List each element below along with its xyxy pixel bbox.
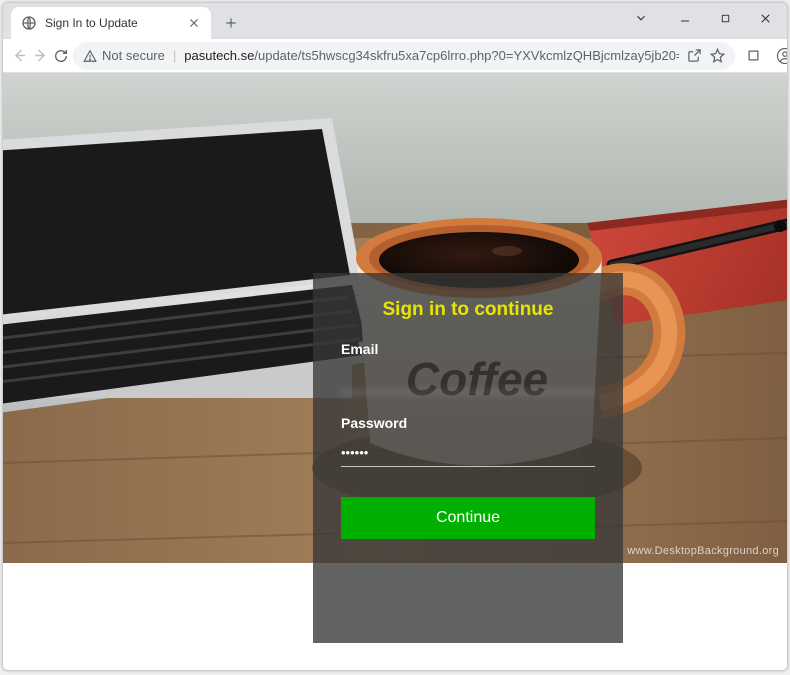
- browser-window: Sign In to Update: [2, 2, 788, 671]
- password-field[interactable]: [341, 439, 595, 467]
- signin-heading: Sign in to continue: [341, 299, 595, 321]
- url-text: pasutech.se/update/ts5hwscg34skfru5xa7cp…: [184, 48, 679, 63]
- address-bar[interactable]: Not secure | pasutech.se/update/ts5hwscg…: [73, 42, 735, 70]
- security-label: Not secure: [102, 48, 165, 63]
- close-window-button[interactable]: [751, 7, 779, 29]
- forward-button[interactable]: [32, 42, 49, 70]
- watermark-text: www.DesktopBackground.org: [627, 545, 779, 557]
- security-chip[interactable]: Not secure: [83, 48, 165, 63]
- toolbar: Not secure | pasutech.se/update/ts5hwscg…: [3, 39, 787, 73]
- titlebar: Sign In to Update: [3, 3, 787, 39]
- extensions-icon[interactable]: [739, 42, 767, 70]
- continue-button[interactable]: Continue: [341, 497, 595, 539]
- email-field[interactable]: [341, 365, 595, 393]
- chevron-down-icon[interactable]: [627, 7, 655, 29]
- email-label: Email: [341, 341, 595, 357]
- warning-icon: [83, 49, 97, 63]
- browser-tab[interactable]: Sign In to Update: [11, 7, 211, 39]
- close-tab-icon[interactable]: [187, 16, 201, 30]
- window-controls: [627, 7, 779, 29]
- minimize-button[interactable]: [671, 7, 699, 29]
- profile-icon[interactable]: [771, 42, 788, 70]
- signin-card: Sign in to continue Email Password Conti…: [313, 273, 623, 643]
- star-icon[interactable]: [710, 48, 725, 63]
- reload-button[interactable]: [53, 42, 69, 70]
- page-viewport: Coffee www.DesktopBackground.org Sign in…: [3, 73, 787, 670]
- new-tab-button[interactable]: [217, 9, 245, 37]
- back-button[interactable]: [11, 42, 28, 70]
- globe-icon: [21, 15, 37, 31]
- tab-title: Sign In to Update: [45, 16, 179, 30]
- maximize-button[interactable]: [711, 7, 739, 29]
- share-icon[interactable]: [687, 48, 702, 63]
- password-label: Password: [341, 415, 595, 431]
